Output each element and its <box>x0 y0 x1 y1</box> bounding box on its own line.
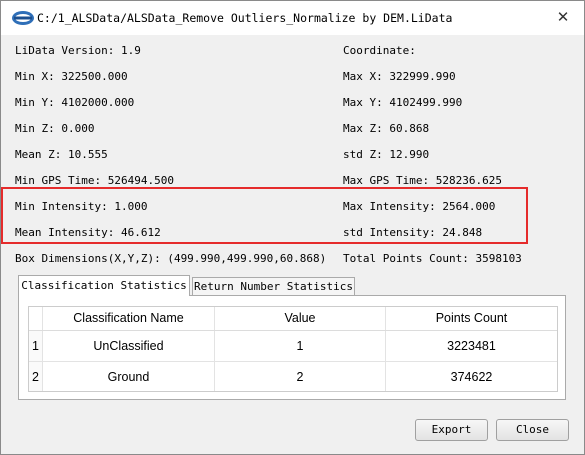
max-x: Max X: 322999.990 <box>343 70 456 83</box>
table-row[interactable]: 2 Ground 2 374622 <box>29 362 557 391</box>
window-title: C:/1_ALSData/ALSData_Remove Outliers_Nor… <box>37 11 453 25</box>
column-header-points-count[interactable]: Points Count <box>386 307 557 330</box>
table-header: Classification Name Value Points Count <box>29 307 557 331</box>
points-count-cell: 3223481 <box>447 339 496 353</box>
max-z: Max Z: 60.868 <box>343 122 430 135</box>
value-cell: 1 <box>215 331 386 361</box>
min-z: Min Z: 0.000 <box>15 122 95 135</box>
intensity-highlight-box <box>1 187 528 244</box>
table-row[interactable]: 1 UnClassified 1 3223481 <box>29 331 557 362</box>
column-header-value[interactable]: Value <box>215 307 386 330</box>
lidar-logo-icon <box>12 11 34 25</box>
classification-name-cell: Ground <box>43 362 215 391</box>
classification-table: Classification Name Value Points Count 1… <box>28 306 558 392</box>
value-cell: 2 <box>215 362 386 391</box>
tab-return-number-statistics[interactable]: Return Number Statistics <box>192 277 355 295</box>
lidata-version: LiData Version: 1.9 <box>15 44 141 57</box>
close-button[interactable]: Close <box>496 419 569 441</box>
tab-classification-statistics[interactable]: Classification Statistics <box>18 275 190 296</box>
max-gps-time: Max GPS Time: 528236.625 <box>343 174 502 187</box>
export-button[interactable]: Export <box>415 419 488 441</box>
min-gps-time: Min GPS Time: 526494.500 <box>15 174 174 187</box>
statistics-dialog: C:/1_ALSData/ALSData_Remove Outliers_Nor… <box>0 0 585 455</box>
close-icon[interactable]: ✕ <box>546 3 580 31</box>
row-number: 1 <box>29 331 43 361</box>
min-x: Min X: 322500.000 <box>15 70 128 83</box>
title-bar: C:/1_ALSData/ALSData_Remove Outliers_Nor… <box>1 1 584 35</box>
row-number: 2 <box>29 362 43 391</box>
column-header-classification-name[interactable]: Classification Name <box>43 307 215 330</box>
min-y: Min Y: 4102000.000 <box>15 96 135 109</box>
max-y: Max Y: 4102499.990 <box>343 96 463 109</box>
row-number-header <box>29 307 43 330</box>
points-count-cell: 374622 <box>450 370 493 384</box>
classification-name-cell: UnClassified <box>43 331 215 361</box>
std-z: std Z: 12.990 <box>343 148 430 161</box>
coordinate-label: Coordinate: <box>343 44 416 57</box>
tab-panel: Classification Name Value Points Count 1… <box>18 295 566 400</box>
box-dimensions: Box Dimensions(X,Y,Z): (499.990,499.990,… <box>15 252 327 265</box>
total-points-count: Total Points Count: 3598103 <box>343 252 522 265</box>
mean-z: Mean Z: 10.555 <box>15 148 108 161</box>
